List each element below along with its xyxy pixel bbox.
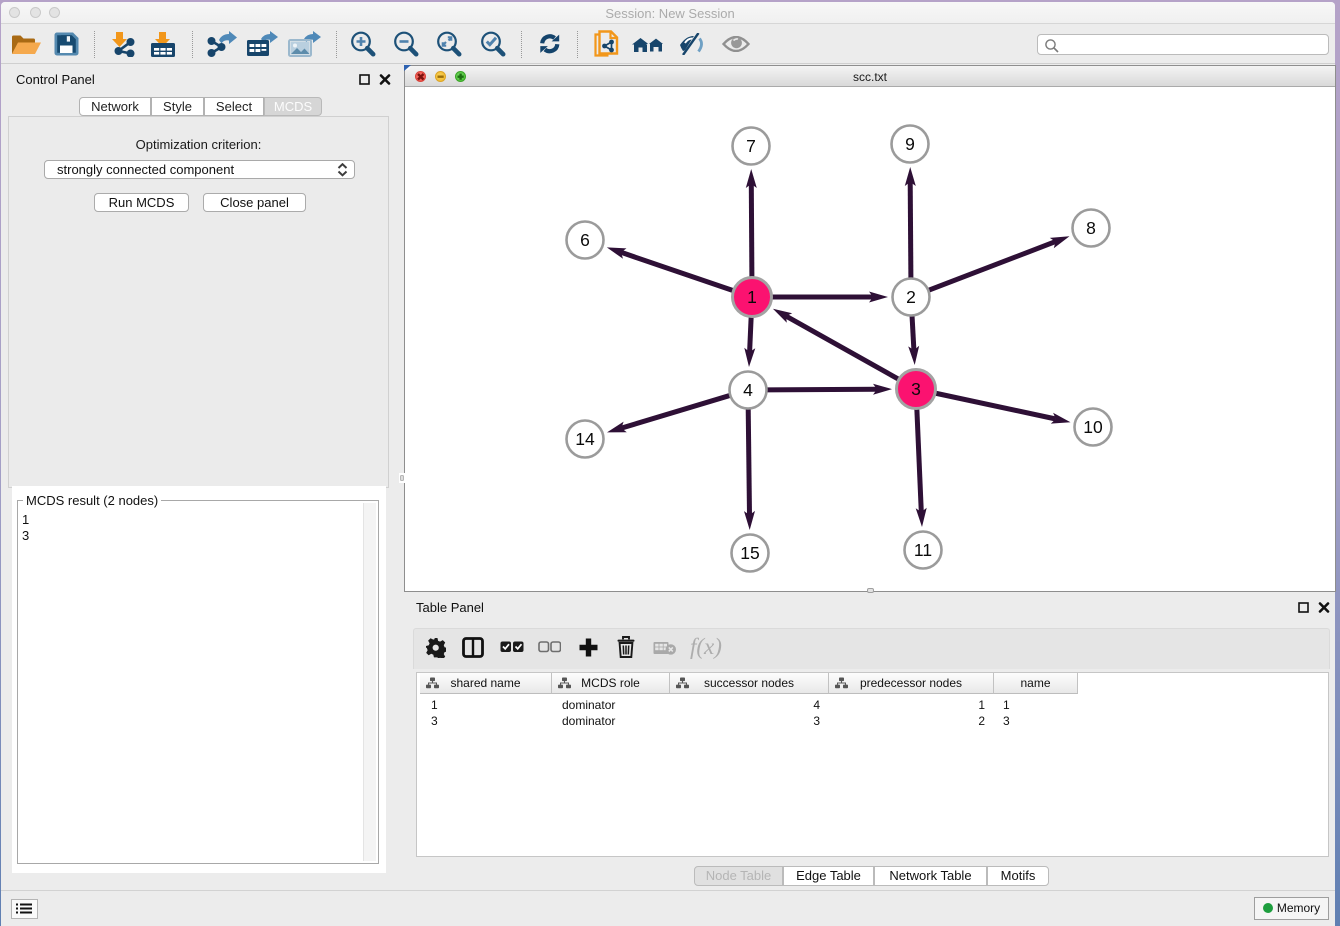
svg-text:15: 15: [740, 543, 759, 563]
svg-text:8: 8: [1086, 218, 1096, 238]
svg-text:2: 2: [906, 287, 916, 307]
svg-text:7: 7: [746, 136, 756, 156]
svg-text:4: 4: [743, 380, 753, 400]
svg-text:1: 1: [747, 287, 757, 307]
svg-text:14: 14: [575, 429, 595, 449]
svg-text:9: 9: [905, 134, 915, 154]
svg-text:3: 3: [911, 379, 921, 399]
svg-text:6: 6: [580, 230, 590, 250]
svg-text:10: 10: [1083, 417, 1103, 437]
svg-text:11: 11: [914, 540, 932, 560]
